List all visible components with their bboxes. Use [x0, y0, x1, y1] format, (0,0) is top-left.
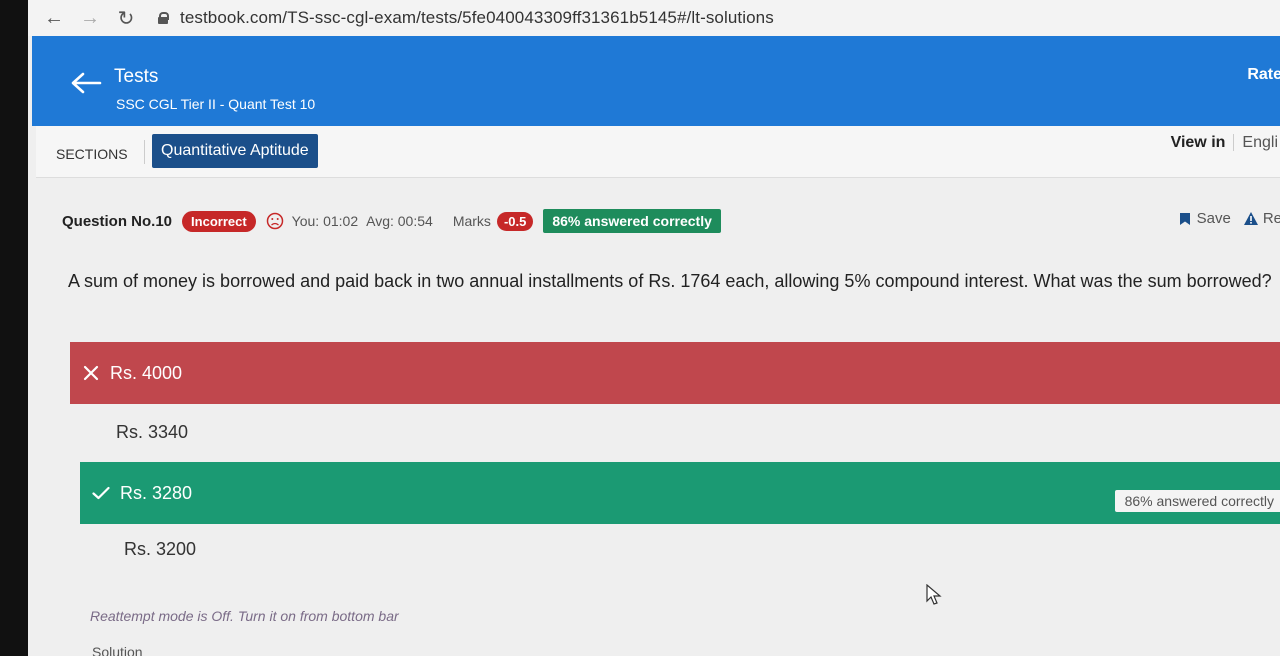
option-label: Rs. 3340	[116, 421, 189, 442]
divider	[144, 140, 145, 164]
option-4[interactable]: Rs. 3200	[80, 524, 1280, 574]
screen: ← → ↻ testbook.com/TS-ssc-cgl-exam/tests…	[28, 0, 1280, 656]
back-arrow-icon[interactable]	[70, 72, 102, 94]
lock-icon[interactable]	[158, 12, 169, 24]
option-2[interactable]: Rs. 3340	[70, 404, 1280, 460]
test-name: SSC CGL Tier II - Quant Test 10	[116, 96, 316, 112]
marks-badge: -0.5	[496, 211, 534, 231]
option-label: Rs. 4000	[110, 362, 183, 383]
sections-label: SECTIONS	[56, 146, 128, 162]
back-arrow-icon[interactable]: ←	[40, 4, 68, 32]
language-select[interactable]: Engli	[1233, 134, 1278, 151]
sad-face-icon	[266, 212, 283, 230]
forward-arrow-icon[interactable]: →	[76, 4, 104, 32]
status-badge: Incorrect	[182, 210, 256, 232]
option-3[interactable]: Rs. 3280 86% answered correctly	[80, 462, 1280, 524]
average-time: Avg: 00:54	[366, 213, 433, 229]
answered-correctly-badge: 86% answered correctly	[543, 209, 721, 233]
warning-icon[interactable]	[1243, 211, 1259, 226]
option-1[interactable]: Rs. 4000	[70, 342, 1280, 404]
question-text: A sum of money is borrowed and paid back…	[68, 271, 1272, 291]
reattempt-note: Reattempt mode is Off. Turn it on from b…	[90, 608, 399, 624]
sections-bar: SECTIONS Quantitative Aptitude View in En…	[36, 126, 1280, 178]
question-meta: Question No.10 Incorrect You: 01:02 Avg:…	[62, 206, 1280, 236]
solution-heading: Solution	[92, 644, 143, 656]
marks-label: Marks	[452, 213, 491, 229]
check-icon	[92, 484, 110, 502]
address-bar[interactable]: testbook.com/TS-ssc-cgl-exam/tests/5fe04…	[180, 8, 774, 28]
browser-toolbar: ← → ↻ testbook.com/TS-ssc-cgl-exam/tests…	[28, 0, 1280, 36]
tab-quantitative-aptitude[interactable]: Quantitative Aptitude	[152, 134, 318, 168]
your-time: You: 01:02	[291, 213, 359, 229]
reload-icon[interactable]: ↻	[112, 4, 140, 32]
question-actions: Save Re	[1179, 210, 1280, 227]
bookmark-icon[interactable]	[1179, 212, 1191, 226]
option-label: Rs. 3200	[124, 538, 197, 559]
save-button[interactable]: Save	[1197, 210, 1231, 227]
app-header: Tests SSC CGL Tier II - Quant Test 10 Ra…	[32, 36, 1280, 126]
mouse-cursor-icon	[926, 584, 942, 605]
option-stat-badge: 86% answered correctly	[1114, 490, 1280, 512]
report-button[interactable]: Re	[1263, 210, 1280, 227]
header-title[interactable]: Tests	[114, 66, 158, 88]
option-label: Rs. 3280	[120, 482, 193, 503]
cross-icon	[82, 364, 100, 382]
view-in-language[interactable]: View in Engli	[1171, 134, 1278, 152]
rate-button[interactable]: Rate	[1247, 66, 1280, 84]
view-in-label: View in	[1170, 134, 1226, 151]
question-number: Question No.10	[62, 212, 173, 230]
